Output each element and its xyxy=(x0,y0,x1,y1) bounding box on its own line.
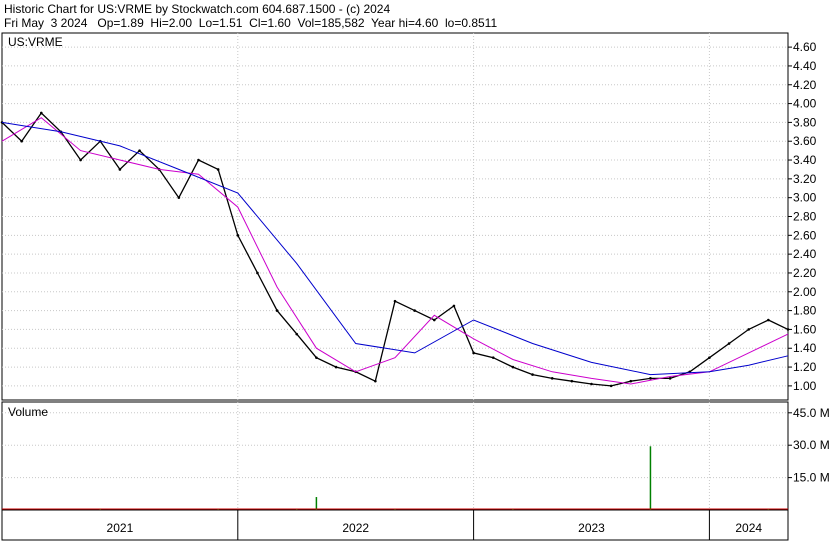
price-tick-label: 3.00 xyxy=(793,191,817,205)
volume-panel-frame xyxy=(1,401,789,511)
price-tick-label: 4.00 xyxy=(793,97,817,111)
price-point xyxy=(629,379,633,383)
price-point xyxy=(550,377,554,380)
stock-chart: 4.60 4.40 4.20 4.00 3.80 3.60 3.40 3.20 3.00 2.80… xyxy=(0,32,830,541)
price-tick-label: 2.00 xyxy=(793,285,817,299)
price-point xyxy=(295,332,299,336)
volume-tick-label: 15.0 M xyxy=(793,471,830,485)
symbol-label: US:VRME xyxy=(8,35,63,49)
price-point xyxy=(40,111,43,115)
price-axis-labels: 4.60 4.40 4.20 4.00 3.80 3.60 3.40 3.20 3.00 2.80… xyxy=(788,40,817,393)
price-tick-label: 1.00 xyxy=(793,379,817,393)
price-tick-label: 1.20 xyxy=(793,360,817,374)
price-point xyxy=(747,328,750,331)
price-point xyxy=(570,379,574,383)
price-point xyxy=(590,382,593,386)
price-tick-label: 4.60 xyxy=(793,40,817,54)
price-tick-label: 1.40 xyxy=(793,341,817,355)
price-point xyxy=(668,377,672,380)
price-tick-label: 3.20 xyxy=(793,172,817,186)
price-tick-label: 1.60 xyxy=(793,322,817,336)
price-tick-label: 3.80 xyxy=(793,115,817,129)
price-point xyxy=(118,168,122,171)
price-tick-label: 2.60 xyxy=(793,228,817,242)
price-tick-label: 3.60 xyxy=(793,134,817,148)
price-point xyxy=(511,365,515,369)
price-tick-label: 2.40 xyxy=(793,247,817,261)
price-point xyxy=(767,318,770,322)
price-point xyxy=(334,365,338,369)
price-tick-label: 1.80 xyxy=(793,304,817,318)
price-point xyxy=(649,377,652,380)
price-point xyxy=(256,271,259,275)
price-point xyxy=(79,158,82,162)
price-point xyxy=(708,356,711,359)
price-point xyxy=(413,309,416,312)
price-point xyxy=(609,384,613,388)
price-point xyxy=(472,351,475,355)
price-tick-label: 2.20 xyxy=(793,266,817,280)
volume-tick-label: 30.0 M xyxy=(793,438,830,452)
volume-axis-labels: 45.0 M 30.0 M 15.0 M xyxy=(788,406,830,485)
year-label: 2024 xyxy=(735,521,762,535)
price-point xyxy=(433,318,436,322)
price-point xyxy=(177,196,181,199)
price-point xyxy=(727,342,731,345)
price-point xyxy=(315,356,318,359)
price-point xyxy=(491,356,495,359)
price-point xyxy=(393,299,397,303)
year-label: 2023 xyxy=(578,521,605,535)
price-point xyxy=(275,309,279,312)
price-point xyxy=(531,373,534,376)
year-label: 2021 xyxy=(107,521,134,535)
price-point xyxy=(374,379,377,383)
price-point xyxy=(197,158,200,162)
price-tick-label: 4.40 xyxy=(793,59,817,73)
price-tick-label: 4.20 xyxy=(793,78,817,92)
volume-tick-label: 45.0 M xyxy=(793,406,830,420)
volume-panel-label: Volume xyxy=(8,405,48,419)
price-point xyxy=(216,168,220,171)
price-point xyxy=(236,234,240,237)
year-label: 2022 xyxy=(342,521,369,535)
price-tick-label: 3.40 xyxy=(793,153,817,167)
price-point xyxy=(138,149,141,152)
price-point xyxy=(452,304,456,308)
price-point xyxy=(20,139,23,143)
price-tick-label: 2.80 xyxy=(793,210,817,224)
